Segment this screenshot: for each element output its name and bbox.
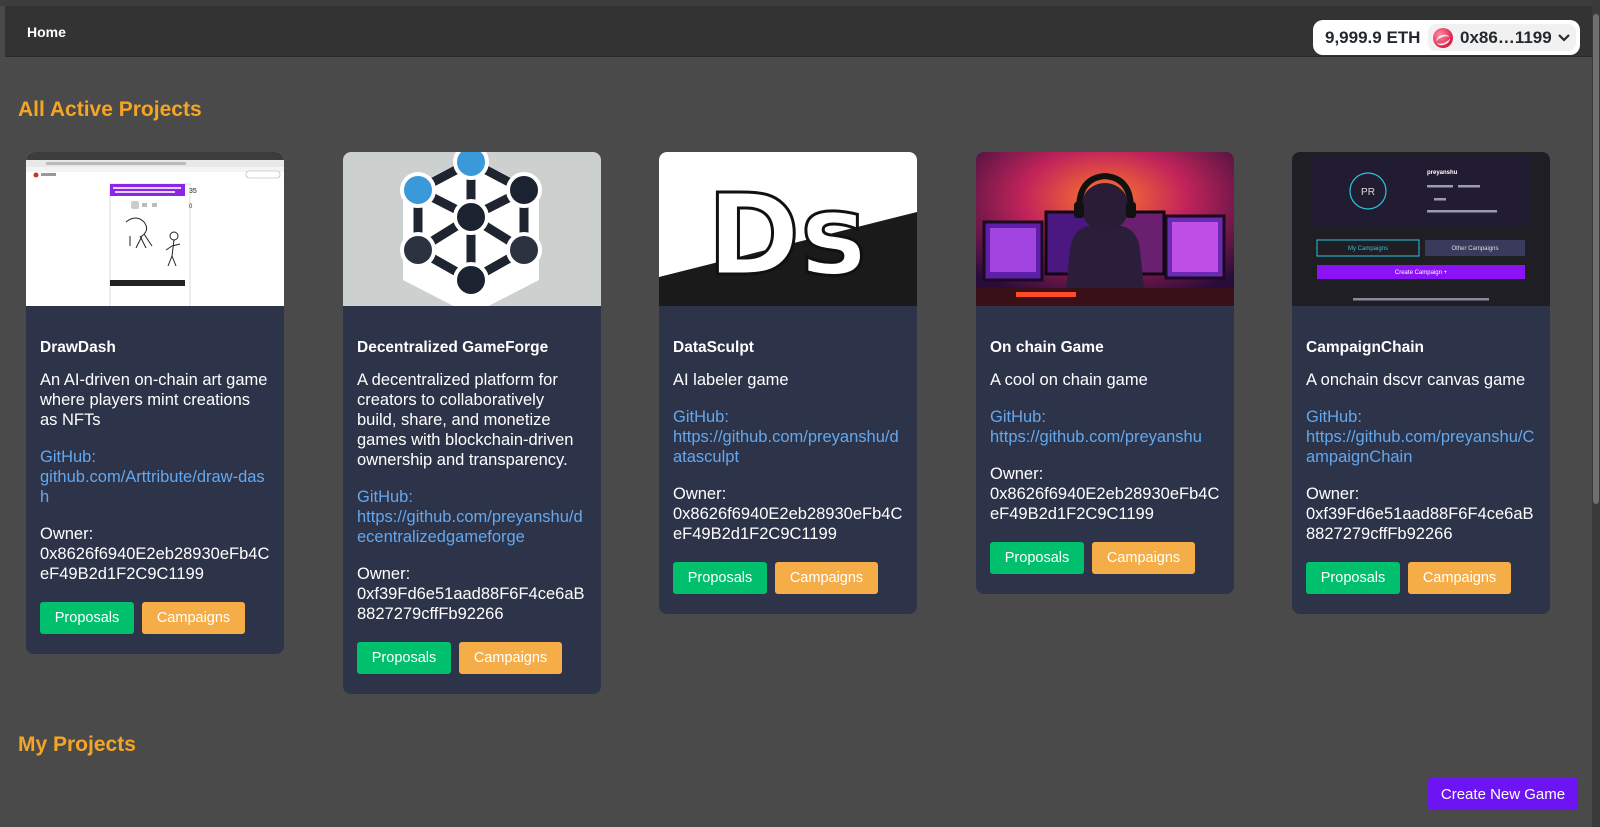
campaigns-button[interactable]: Campaigns (142, 602, 245, 634)
github-link[interactable]: https://github.com/preyanshu (990, 428, 1202, 446)
wallet-connect-button[interactable]: 9,999.9 ETH 0x86…1199 (1313, 20, 1580, 55)
scrollbar-thumb[interactable] (1593, 14, 1599, 504)
owner-address: 0xf39Fd6e51aad88F6F4ce6aB8827279cffFb922… (357, 585, 585, 623)
project-thumbnail: 35 0 (26, 152, 284, 306)
github-label: GitHub: (357, 488, 413, 506)
account-button[interactable]: 0x86…1199 (1428, 24, 1576, 51)
create-new-game-button[interactable]: Create New Game (1428, 778, 1578, 810)
campaigns-button[interactable]: Campaigns (1092, 542, 1195, 574)
active-projects-heading: All Active Projects (18, 98, 202, 121)
svg-text:0: 0 (189, 204, 193, 210)
github-link[interactable]: https://github.com/preyanshu/decentraliz… (357, 508, 583, 546)
svg-text:Other Campaigns: Other Campaigns (1451, 246, 1498, 252)
github-link[interactable]: https://github.com/preyanshu/datasculpt (673, 428, 899, 466)
owner-label: Owner: (1306, 485, 1360, 503)
project-title: On chain Game (990, 339, 1104, 356)
owner-address: 0x8626f6940E2eb28930eFb4CeF49B2d1F2C9C11… (40, 545, 270, 583)
campaigns-button[interactable]: Campaigns (459, 642, 562, 674)
project-description: AI labeler game (673, 371, 789, 389)
project-title: CampaignChain (1306, 339, 1424, 356)
ds-logo: Ds (659, 152, 917, 306)
project-title: DrawDash (40, 339, 116, 356)
github-link[interactable]: github.com/Arttribute/draw-dash (40, 468, 265, 506)
account-avatar-icon (1433, 27, 1453, 48)
svg-text:My Campaigns: My Campaigns (1348, 246, 1388, 252)
project-card: On chain Game A cool on chain game GitHu… (976, 152, 1234, 594)
navbar: Home 9,999.9 ETH 0x86…1199 (5, 6, 1595, 57)
account-address: 0x86…1199 (1460, 27, 1552, 47)
project-description: A onchain dscvr canvas game (1306, 371, 1526, 389)
github-label: GitHub: (40, 448, 96, 466)
wallet-balance: 9,999.9 ETH (1325, 27, 1421, 47)
project-card: Decentralized GameForge A decentralized … (343, 152, 601, 694)
github-link[interactable]: https://github.com/preyanshu/CampaignCha… (1306, 428, 1534, 466)
owner-address: 0x8626f6940E2eb28930eFb4CeF49B2d1F2C9C11… (673, 505, 903, 543)
campaigns-button[interactable]: Campaigns (775, 562, 878, 594)
my-projects-heading: My Projects (18, 733, 136, 756)
project-title: DataSculpt (673, 339, 754, 356)
project-thumbnail: PR preyanshu My Campaigns Other Campaign… (1292, 152, 1550, 306)
chevron-down-icon (1557, 30, 1570, 45)
project-description: A decentralized platform for creators to… (357, 371, 574, 469)
svg-text:Create Campaign +: Create Campaign + (1395, 270, 1448, 276)
owner-address: 0x8626f6940E2eb28930eFb4CeF49B2d1F2C9C11… (990, 485, 1220, 523)
project-thumbnail (343, 152, 601, 306)
project-description: A cool on chain game (990, 371, 1148, 389)
proposals-button[interactable]: Proposals (40, 602, 134, 634)
nav-home-link[interactable]: Home (27, 24, 66, 40)
project-card: 35 0 DrawDash An AI-driven on-chain art … (26, 152, 284, 654)
project-title: Decentralized GameForge (357, 339, 549, 356)
proposals-button[interactable]: Proposals (673, 562, 767, 594)
proposals-button[interactable]: Proposals (1306, 562, 1400, 594)
project-card: PR preyanshu My Campaigns Other Campaign… (1292, 152, 1550, 614)
owner-label: Owner: (357, 565, 411, 583)
campaigns-button[interactable]: Campaigns (1408, 562, 1511, 594)
owner-label: Owner: (990, 465, 1044, 483)
github-label: GitHub: (990, 408, 1046, 426)
svg-text:35: 35 (189, 188, 197, 195)
svg-text:PR: PR (1361, 187, 1375, 198)
gamer-illustration (976, 152, 1234, 306)
owner-label: Owner: (40, 525, 94, 543)
project-thumbnail (976, 152, 1234, 306)
github-label: GitHub: (673, 408, 729, 426)
proposals-button[interactable]: Proposals (357, 642, 451, 674)
github-label: GitHub: (1306, 408, 1362, 426)
project-thumbnail: Ds (659, 152, 917, 306)
owner-address: 0xf39Fd6e51aad88F6F4ce6aB8827279cffFb922… (1306, 505, 1534, 543)
project-card: Ds DataSculpt AI labeler game GitHub: ht… (659, 152, 917, 614)
proposals-button[interactable]: Proposals (990, 542, 1084, 574)
svg-text:preyanshu: preyanshu (1427, 170, 1458, 176)
svg-text:Ds: Ds (707, 171, 867, 301)
network-nodes-logo (400, 152, 542, 306)
owner-label: Owner: (673, 485, 727, 503)
project-description: An AI-driven on-chain art game where pla… (40, 371, 268, 429)
